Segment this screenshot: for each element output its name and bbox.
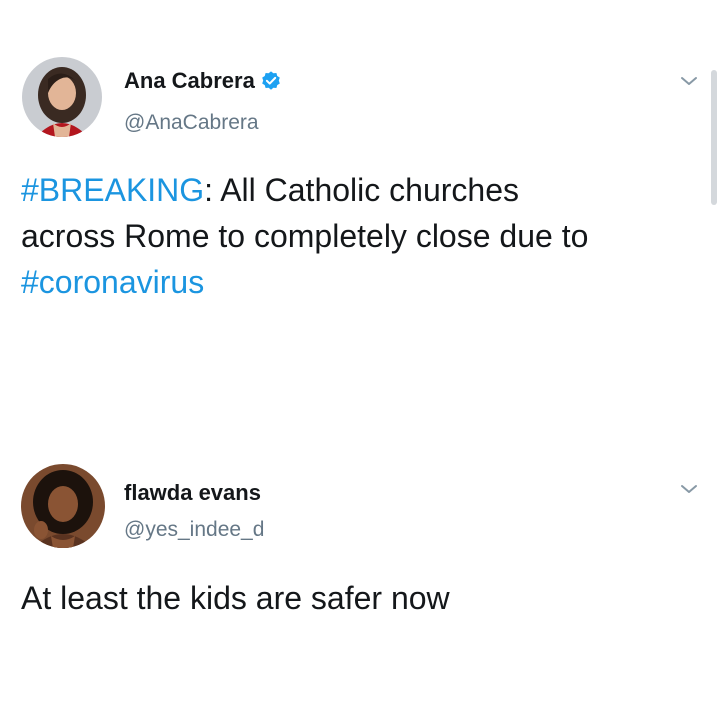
- tweet-text-line2: across Rome to completely close due to: [21, 218, 589, 254]
- tweet-flawda-evans: flawda evans @yes_indee_d At least the k…: [0, 440, 720, 723]
- handle[interactable]: @AnaCabrera: [124, 110, 259, 136]
- author-name-row: Ana Cabrera: [124, 68, 282, 94]
- author-name-row: flawda evans: [124, 480, 261, 506]
- verified-badge-icon: [260, 70, 282, 92]
- hashtag-coronavirus[interactable]: #coronavirus: [21, 264, 204, 300]
- chevron-down-icon[interactable]: [679, 482, 699, 496]
- tweet-text: At least the kids are safer now: [21, 580, 450, 616]
- tweet-text: #BREAKING: All Catholic churches across …: [21, 167, 701, 305]
- display-name[interactable]: Ana Cabrera: [124, 68, 255, 94]
- hashtag-breaking[interactable]: #BREAKING: [21, 172, 204, 208]
- scrollbar[interactable]: [711, 70, 717, 205]
- chevron-down-icon[interactable]: [679, 74, 699, 88]
- handle[interactable]: @yes_indee_d: [124, 517, 264, 543]
- tweet-text-line1: : All Catholic churches: [204, 172, 519, 208]
- avatar[interactable]: [22, 57, 102, 137]
- avatar[interactable]: [21, 464, 105, 548]
- display-name[interactable]: flawda evans: [124, 480, 261, 506]
- avatar-photo-icon: [22, 57, 102, 137]
- tweet-ana-cabrera: Ana Cabrera @AnaCabrera #BREAKING: All C…: [0, 0, 720, 360]
- avatar-photo-icon: [21, 464, 105, 548]
